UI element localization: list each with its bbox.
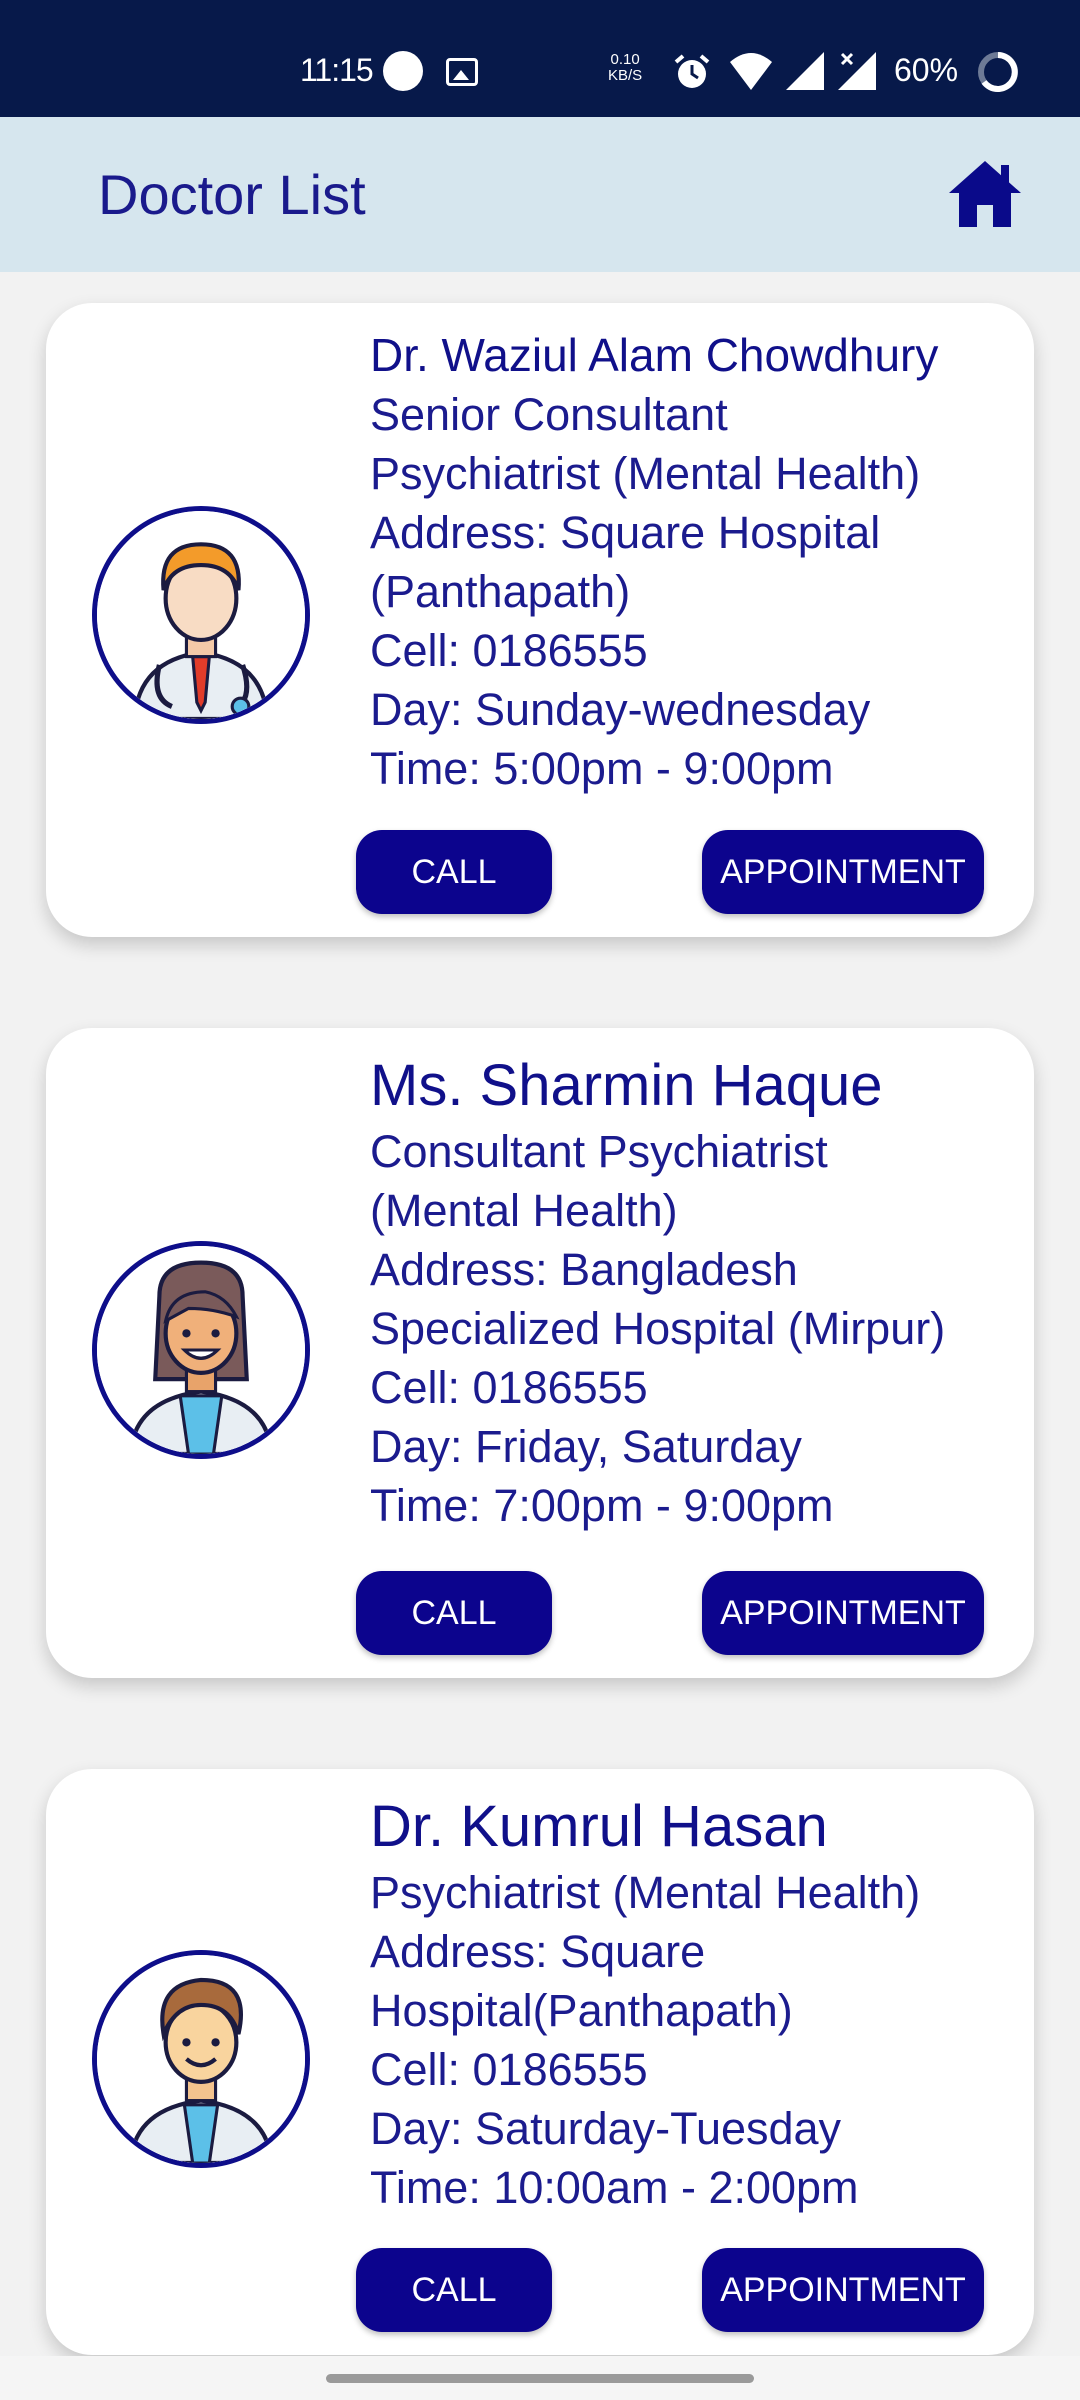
doctor-info: Ms. Sharmin Haque Consultant Psychiatris… (370, 1050, 1020, 1535)
doctor-detail: Time: 7:00pm - 9:00pm (370, 1480, 834, 1531)
doctor-detail: Psychiatrist (Mental Health) (370, 448, 921, 499)
page-title: Doctor List (98, 163, 366, 226)
call-button[interactable]: CALL (356, 830, 552, 914)
image-icon (446, 58, 478, 86)
doctor-card: Dr. Waziul Alam Chowdhury Senior Consult… (46, 303, 1034, 937)
doctor-detail: Address: Square (370, 1926, 706, 1977)
wifi-icon (730, 53, 772, 90)
doctor-detail: Consultant Psychiatrist (370, 1126, 828, 1177)
doctor-detail: Address: Square Hospital (370, 507, 881, 558)
status-time: 11:15 (300, 52, 374, 88)
female-doctor-avatar-icon (92, 1241, 310, 1459)
alarm-icon (674, 54, 710, 88)
status-bar: 11:15 0.10 KB/S 60% (0, 0, 1080, 117)
appointment-button[interactable]: APPOINTMENT (702, 1571, 984, 1655)
doctor-card: Dr. Kumrul Hasan Psychiatrist (Mental He… (46, 1769, 1034, 2355)
network-speed-unit: KB/S (608, 67, 643, 84)
doctor-detail: Senior Consultant (370, 389, 728, 440)
doctor-card: Ms. Sharmin Haque Consultant Psychiatris… (46, 1028, 1034, 1678)
appointment-button[interactable]: APPOINTMENT (702, 830, 984, 914)
doctor-detail: Psychiatrist (Mental Health) (370, 1867, 921, 1918)
doctor-info: Dr. Kumrul Hasan Psychiatrist (Mental He… (370, 1791, 1020, 2217)
network-speed-value: 0.10 (610, 51, 640, 68)
doctor-name: Dr. Kumrul Hasan (370, 1794, 828, 1859)
signal-no-data-icon (838, 52, 876, 90)
doctor-detail: Cell: 0186555 (370, 625, 648, 676)
doctor-name: Ms. Sharmin Haque (370, 1053, 883, 1118)
doctor-name: Dr. Waziul Alam Chowdhury (370, 329, 939, 381)
doctor-info: Dr. Waziul Alam Chowdhury Senior Consult… (370, 325, 1020, 798)
doctor-detail: Day: Saturday-Tuesday (370, 2103, 842, 2154)
network-speed: 0.10 KB/S (608, 52, 642, 84)
doctor-detail: Cell: 0186555 (370, 1362, 648, 1413)
navigation-bar (0, 2356, 1080, 2400)
app-bar: Doctor List (0, 117, 1080, 272)
male-doctor-avatar-icon (92, 1950, 310, 2168)
doctor-detail: (Mental Health) (370, 1185, 678, 1236)
appointment-button[interactable]: APPOINTMENT (702, 2248, 984, 2332)
male-doctor-avatar-icon (92, 506, 310, 724)
doctor-detail: Day: Friday, Saturday (370, 1421, 802, 1472)
doctor-detail: Specialized Hospital (Mirpur) (370, 1303, 946, 1354)
call-button[interactable]: CALL (356, 1571, 552, 1655)
circle-notification-icon (383, 51, 423, 91)
doctor-detail: Day: Sunday-wednesday (370, 684, 871, 735)
doctor-detail: Hospital(Panthapath) (370, 1985, 793, 2036)
doctor-detail: Cell: 0186555 (370, 2044, 648, 2095)
signal-icon (786, 52, 824, 90)
home-icon[interactable] (945, 157, 1025, 231)
battery-icon (978, 52, 1018, 92)
doctor-detail: (Panthapath) (370, 566, 631, 617)
doctor-detail: Time: 5:00pm - 9:00pm (370, 743, 834, 794)
gesture-handle[interactable] (326, 2374, 754, 2383)
call-button[interactable]: CALL (356, 2248, 552, 2332)
battery-level: 60% (894, 52, 959, 88)
doctor-detail: Address: Bangladesh (370, 1244, 798, 1295)
doctor-detail: Time: 10:00am - 2:00pm (370, 2162, 859, 2213)
